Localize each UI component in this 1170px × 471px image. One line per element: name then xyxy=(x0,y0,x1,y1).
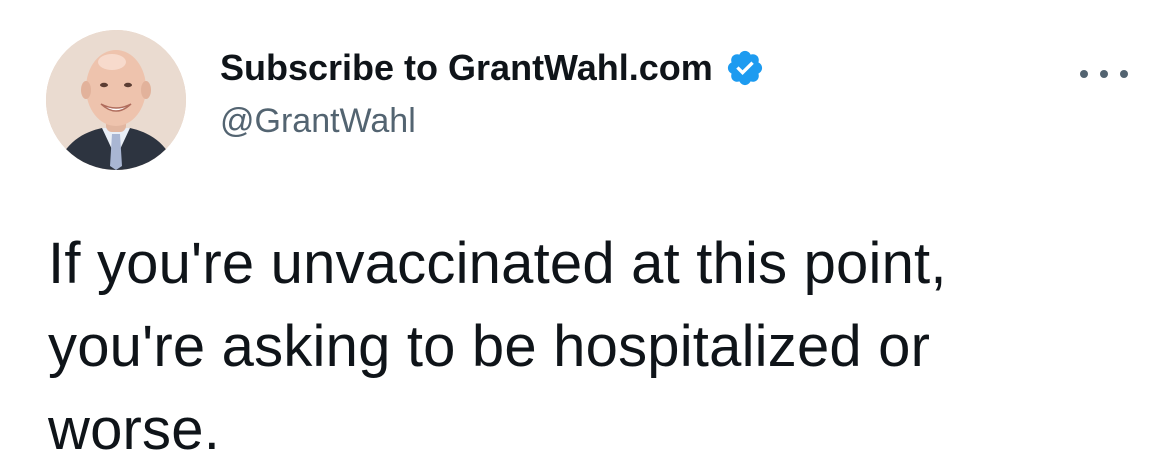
avatar-photo xyxy=(46,30,186,170)
author-row: Subscribe to GrantWahl.com @GrantWahl xyxy=(46,30,1136,170)
avatar[interactable] xyxy=(46,30,186,170)
tweet-card: Subscribe to GrantWahl.com @GrantWahl If… xyxy=(0,0,1170,462)
more-horizontal-icon xyxy=(1120,70,1128,78)
verified-badge-icon xyxy=(727,50,762,86)
display-name-line: Subscribe to GrantWahl.com xyxy=(220,44,1000,92)
tweet-text: If you're unvaccinated at this point, yo… xyxy=(48,222,1128,471)
display-name[interactable]: Subscribe to GrantWahl.com xyxy=(220,47,713,89)
user-handle[interactable]: @GrantWahl xyxy=(220,102,1000,141)
author-names: Subscribe to GrantWahl.com @GrantWahl xyxy=(220,44,1000,141)
tweet-text-line: If you're unvaccinated at this point, xyxy=(48,231,947,296)
more-horizontal-icon xyxy=(1080,70,1088,78)
tweet-text-line: you're asking to be hospitalized or xyxy=(48,314,931,379)
more-horizontal-icon xyxy=(1100,70,1108,78)
tweet-text-line: worse. xyxy=(48,397,221,462)
more-options-button[interactable] xyxy=(1080,62,1128,86)
